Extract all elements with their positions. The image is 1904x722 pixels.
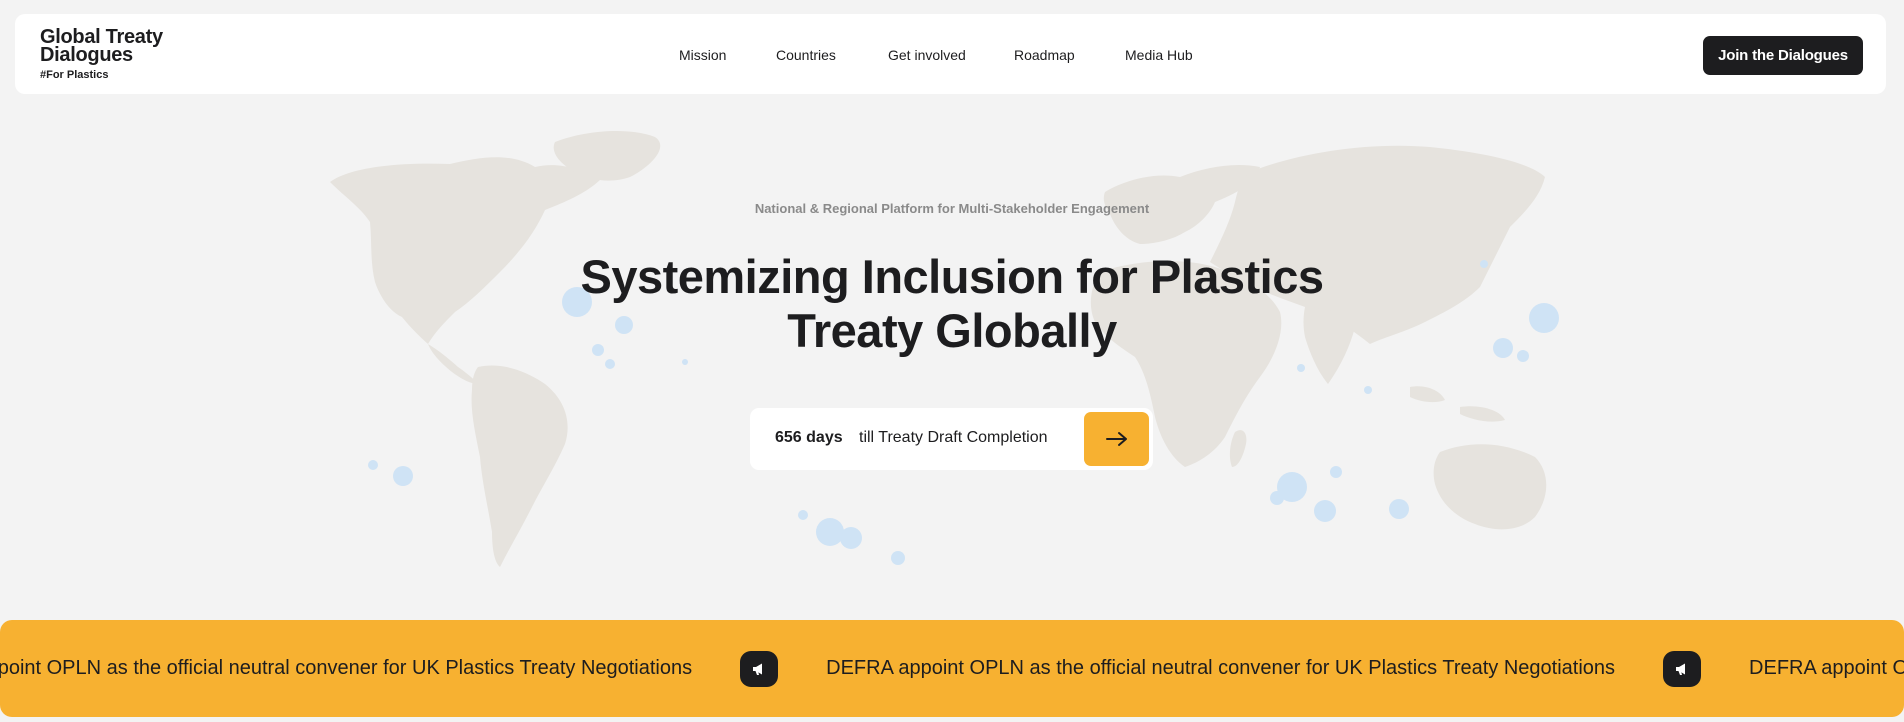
hero-headline-line1: Systemizing Inclusion for Plastics [580, 250, 1324, 303]
ticker-track: FRA appoint OPLN as the official neutral… [0, 620, 1904, 717]
site-header: Global Treaty Dialogues #For Plastics Mi… [15, 14, 1886, 94]
nav-link-get-involved[interactable]: Get involved [888, 47, 966, 63]
news-ticker: FRA appoint OPLN as the official neutral… [0, 620, 1904, 717]
nav-link-media-hub[interactable]: Media Hub [1125, 47, 1193, 63]
countdown-label: till Treaty Draft Completion [859, 429, 1048, 446]
page: Global Treaty Dialogues #For Plastics Mi… [0, 0, 1904, 722]
hero-subtitle: National & Regional Platform for Multi-S… [754, 201, 1150, 216]
map-indonesia [1410, 386, 1445, 403]
countdown-days: 656 days [775, 429, 843, 446]
ticker-message[interactable]: FRA appoint OPLN as the official neutral… [0, 657, 692, 680]
hero-headline: Systemizing Inclusion for Plastics Treat… [0, 250, 1904, 358]
megaphone-icon [1663, 650, 1702, 687]
brand-name-line2: Dialogues [40, 44, 133, 66]
arrow-right-icon [1105, 432, 1127, 446]
nav-link-mission[interactable]: Mission [679, 47, 726, 63]
ticker-message[interactable]: DEFRA appoint O [1749, 657, 1904, 680]
hero-headline-line2: Treaty Globally [787, 304, 1117, 357]
countdown-arrow-button[interactable] [1084, 412, 1149, 466]
treaty-countdown: 656 days till Treaty Draft Completion [750, 408, 1153, 470]
nav-link-countries[interactable]: Countries [776, 47, 836, 63]
megaphone-icon [740, 650, 779, 687]
brand-tagline: #For Plastics [40, 69, 109, 81]
map-south-america [471, 365, 568, 567]
map-new-guinea [1460, 406, 1505, 422]
nav-link-roadmap[interactable]: Roadmap [1014, 47, 1075, 63]
join-dialogues-button[interactable]: Join the Dialogues [1703, 36, 1863, 75]
brand-logo[interactable]: Global Treaty Dialogues #For Plastics [40, 27, 163, 81]
map-madagascar [1229, 430, 1247, 467]
ticker-message[interactable]: DEFRA appoint OPLN as the official neutr… [826, 657, 1615, 680]
map-australia [1433, 444, 1547, 530]
